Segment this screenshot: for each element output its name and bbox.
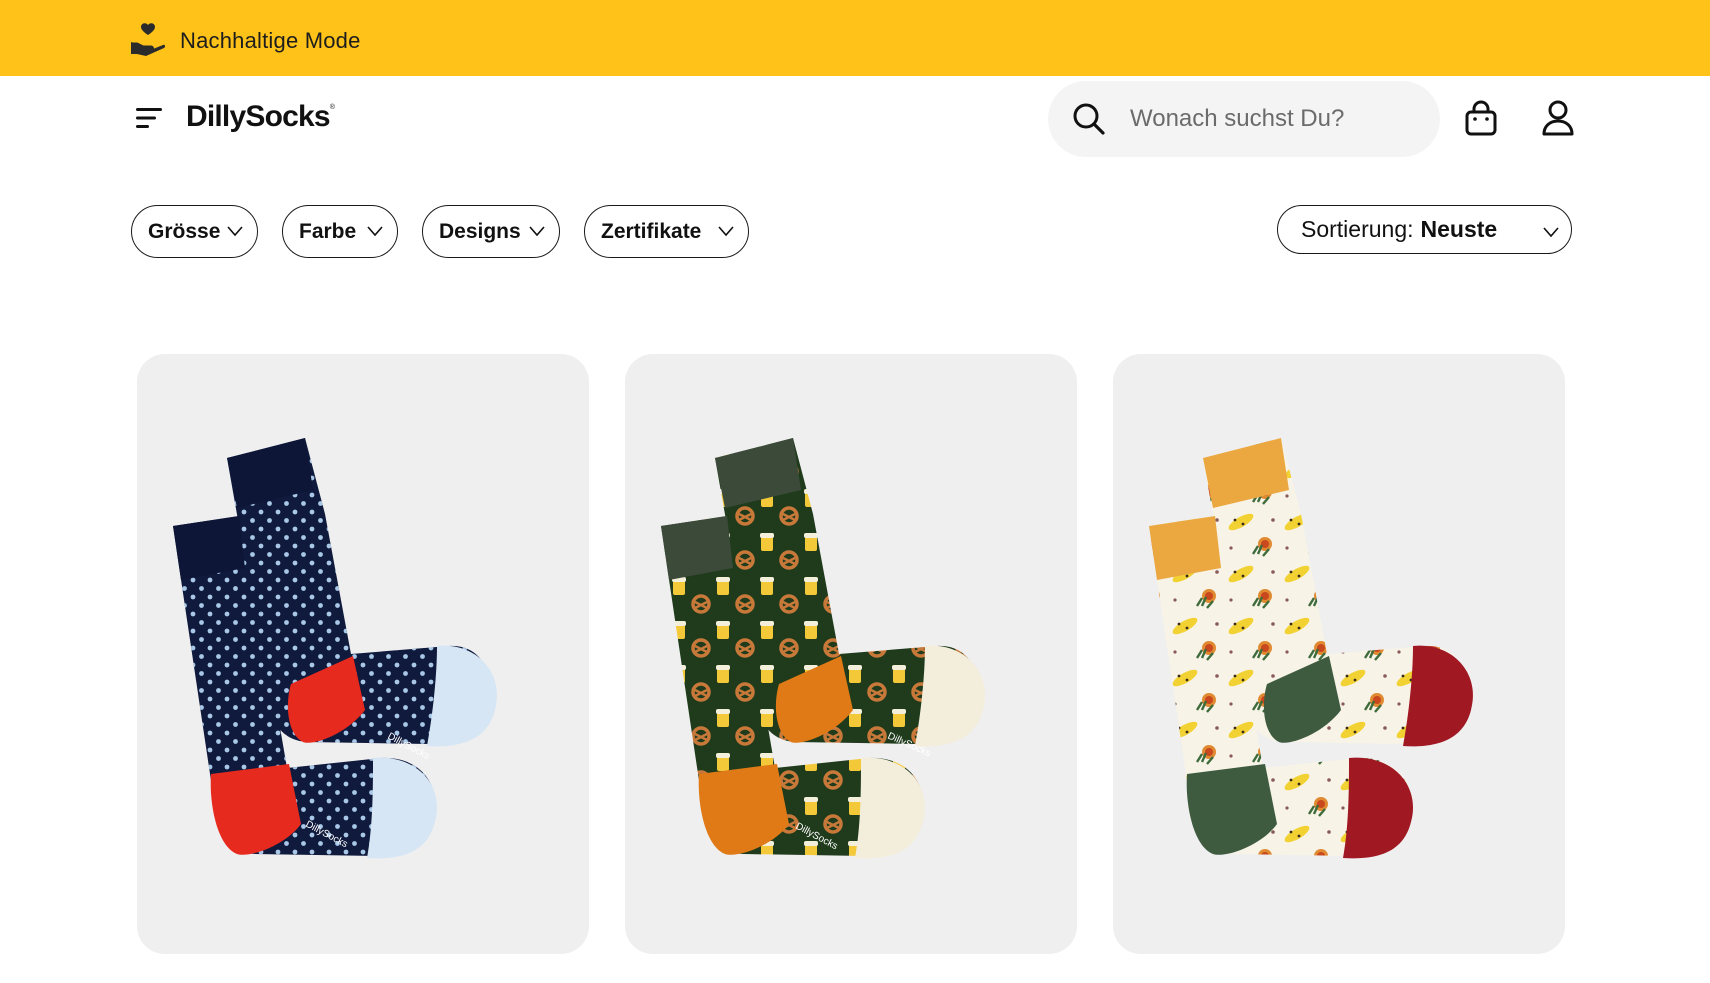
product-image-leopard-lion-socks <box>1149 438 1474 859</box>
search-bar[interactable] <box>1048 81 1440 157</box>
filter-designs-label: Designs <box>439 219 521 243</box>
filter-size[interactable]: Grösse <box>131 205 258 258</box>
chevron-down-icon <box>227 226 243 237</box>
top-banner: Nachhaltige Mode <box>0 0 1710 76</box>
chevron-down-icon <box>529 226 545 237</box>
filter-certificates-label: Zertifikate <box>601 219 702 243</box>
product-card[interactable]: DillySocks DillySocks <box>625 354 1077 954</box>
filter-size-label: Grösse <box>148 219 221 243</box>
hand-heart-icon <box>131 23 166 56</box>
search-icon[interactable] <box>1072 102 1106 136</box>
logo-registered-mark: ® <box>329 104 335 111</box>
filter-color[interactable]: Farbe <box>282 205 398 258</box>
search-input[interactable] <box>1130 99 1420 139</box>
chevron-down-icon <box>367 226 383 237</box>
sort-dropdown[interactable]: Sortierung: Neuste <box>1277 205 1572 254</box>
shopping-bag-icon[interactable] <box>1464 100 1498 136</box>
banner-text: Nachhaltige Mode <box>180 28 361 53</box>
product-card[interactable]: DillySocks DillySocks <box>137 354 589 954</box>
filter-color-label: Farbe <box>299 219 357 243</box>
menu-icon[interactable] <box>136 106 164 130</box>
logo-text: DillySocks <box>186 100 331 133</box>
product-image-pretzel-beer-socks: DillySocks DillySocks <box>661 438 986 859</box>
user-icon[interactable] <box>1542 100 1574 136</box>
filter-certificates[interactable]: Zertifikate <box>584 205 749 258</box>
filter-designs[interactable]: Designs <box>422 205 560 258</box>
sort-label: Sortierung: <box>1301 216 1414 242</box>
logo[interactable]: DillySocks® <box>186 100 335 134</box>
product-card[interactable] <box>1113 354 1565 954</box>
sort-value: Neuste <box>1420 216 1498 242</box>
product-image-polka-dot-socks: DillySocks DillySocks <box>173 438 498 859</box>
chevron-down-icon <box>718 226 734 237</box>
chevron-down-icon <box>1543 227 1559 238</box>
